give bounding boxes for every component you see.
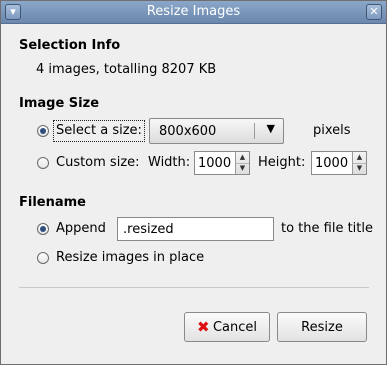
select-size-label[interactable]: Select a size:	[56, 123, 142, 138]
close-icon[interactable]: ✕	[366, 4, 382, 20]
resize-button[interactable]: Resize	[277, 312, 367, 342]
title-bar[interactable]: ▾ Resize Images ✕	[1, 1, 386, 24]
append-suffix-input[interactable]: .resized	[117, 217, 274, 241]
filename-heading: Filename	[19, 195, 86, 210]
size-dropdown-value: 800x600	[159, 124, 217, 139]
resize-images-dialog: ▾ Resize Images ✕ Selection Info 4 image…	[0, 0, 387, 365]
append-suffix-value: .resized	[123, 222, 174, 237]
resize-in-place-radio[interactable]	[37, 252, 49, 264]
append-label[interactable]: Append	[56, 221, 106, 236]
dropdown-separator	[254, 123, 255, 139]
width-label: Width:	[148, 155, 191, 170]
height-stepper[interactable]: 1000 ▲ ▼	[311, 151, 367, 175]
append-radio[interactable]	[37, 223, 49, 235]
resize-in-place-label[interactable]: Resize images in place	[56, 250, 204, 265]
resize-button-label: Resize	[301, 320, 343, 335]
height-stepper-buttons: ▲ ▼	[352, 152, 366, 174]
divider	[19, 287, 369, 288]
append-suffix-hint: to the file title	[281, 221, 373, 236]
select-size-radio[interactable]	[37, 125, 49, 137]
custom-size-radio[interactable]	[37, 157, 49, 169]
cancel-button-label: Cancel	[212, 320, 258, 335]
window-title: Resize Images	[146, 4, 241, 19]
arrow-down-icon[interactable]: ▼	[353, 163, 366, 174]
width-stepper-buttons: ▲ ▼	[235, 152, 249, 174]
height-label: Height:	[258, 155, 306, 170]
arrow-down-icon[interactable]: ▼	[236, 163, 249, 174]
height-value: 1000	[315, 156, 349, 171]
pixels-label: pixels	[313, 123, 351, 138]
size-dropdown[interactable]: 800x600 ▼	[149, 118, 284, 144]
selection-info-text: 4 images, totalling 8207 KB	[36, 62, 217, 77]
selection-info-heading: Selection Info	[19, 38, 121, 53]
cancel-button[interactable]: ✖ Cancel	[184, 312, 270, 342]
image-size-heading: Image Size	[19, 96, 100, 111]
custom-size-label[interactable]: Custom size:	[56, 155, 140, 170]
chevron-down-icon: ▼	[266, 122, 275, 135]
width-value: 1000	[198, 156, 232, 171]
width-stepper[interactable]: 1000 ▲ ▼	[194, 151, 250, 175]
